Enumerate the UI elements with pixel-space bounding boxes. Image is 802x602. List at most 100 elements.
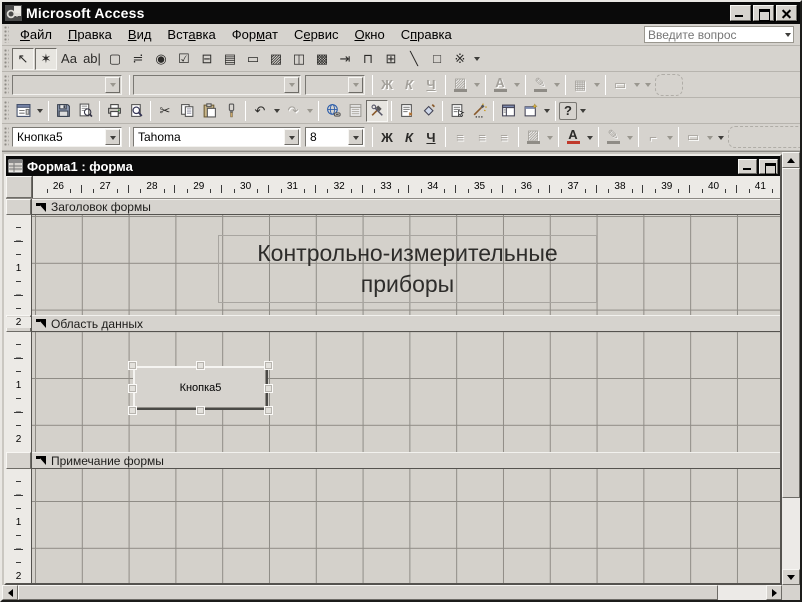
gridlines-button[interactable]: ▦ xyxy=(569,74,591,96)
new-object-button[interactable] xyxy=(519,100,541,122)
form-header-section[interactable]: Контрольно-измерительные приборы xyxy=(32,215,780,315)
section-selector-header[interactable] xyxy=(6,199,31,215)
special-effect-dropdown-icon[interactable] xyxy=(704,124,715,150)
object-combo-disabled[interactable] xyxy=(12,75,122,95)
textbox-button[interactable]: ab| xyxy=(81,48,103,70)
formatting-options-icon[interactable] xyxy=(715,124,726,150)
control-wizards-button[interactable]: ✶ xyxy=(35,48,57,70)
font-size-combo[interactable]: 8 xyxy=(305,127,365,147)
undo-dropdown-icon[interactable] xyxy=(271,98,282,123)
command-button-control[interactable]: Кнопка5 xyxy=(133,366,268,410)
chevron-down-icon[interactable] xyxy=(284,129,299,145)
app-titlebar[interactable]: Microsoft Access xyxy=(2,2,800,24)
bold-button[interactable]: Ж xyxy=(376,74,398,96)
option-button-button[interactable]: ◉ xyxy=(150,48,172,70)
print-button[interactable] xyxy=(103,100,125,122)
copy-button[interactable] xyxy=(176,100,198,122)
tab-control-button[interactable]: ⊓ xyxy=(357,48,379,70)
selection-handle[interactable] xyxy=(264,406,273,415)
chevron-down-icon[interactable] xyxy=(284,77,299,93)
chevron-down-icon[interactable] xyxy=(105,77,120,93)
selection-handle[interactable] xyxy=(128,406,137,415)
font-combo[interactable]: Tahoma xyxy=(133,127,301,147)
save-button[interactable] xyxy=(52,100,74,122)
label-button[interactable]: Aa xyxy=(58,48,80,70)
font-color-button[interactable]: А xyxy=(489,74,511,96)
menu-item[interactable]: Формат xyxy=(224,25,286,44)
detail-section[interactable]: Кнопка5 xyxy=(32,332,780,452)
horizontal-scrollbar[interactable] xyxy=(2,585,782,600)
bold-button[interactable]: Ж xyxy=(376,126,398,148)
image-button[interactable]: ▨ xyxy=(265,48,287,70)
ask-question-box[interactable] xyxy=(644,26,794,43)
form-window-titlebar[interactable]: Форма1 : форма xyxy=(6,156,780,176)
list-box-button[interactable]: ▤ xyxy=(219,48,241,70)
view-dropdown-icon[interactable] xyxy=(34,98,45,123)
scroll-down-button[interactable] xyxy=(782,569,800,585)
toolbox-toggle-button[interactable] xyxy=(366,100,388,122)
chevron-down-icon[interactable] xyxy=(782,27,793,42)
database-window-button[interactable] xyxy=(497,100,519,122)
view-button[interactable] xyxy=(12,100,34,122)
special-effect-button[interactable]: ▭ xyxy=(682,126,704,148)
scroll-up-button[interactable] xyxy=(782,152,800,168)
chevron-down-icon[interactable] xyxy=(105,129,120,145)
font-color-dropdown-icon[interactable] xyxy=(584,124,595,150)
italic-button[interactable]: К xyxy=(398,74,420,96)
detail-section-bar[interactable]: Область данных xyxy=(32,315,780,332)
standard-grip[interactable] xyxy=(4,101,9,121)
autoformat-button[interactable] xyxy=(417,100,439,122)
standard-options-icon[interactable] xyxy=(577,98,588,123)
code-button[interactable] xyxy=(395,100,417,122)
new-object-dropdown-icon[interactable] xyxy=(541,98,552,123)
menu-item[interactable]: Вид xyxy=(120,25,160,44)
align-right-button[interactable]: ≡ xyxy=(493,126,515,148)
menu-item[interactable]: Вставка xyxy=(159,25,223,44)
line-color-button[interactable]: ✎ xyxy=(602,126,624,148)
paste-button[interactable] xyxy=(198,100,220,122)
horizontal-ruler[interactable]: 26272829303132333435363738394041 xyxy=(32,176,780,198)
restore-button[interactable] xyxy=(753,5,774,21)
page-break-button[interactable]: ⇥ xyxy=(334,48,356,70)
toolbar-options-icon[interactable] xyxy=(642,72,653,97)
help-button[interactable]: ? xyxy=(559,102,577,120)
italic-button[interactable]: К xyxy=(398,126,420,148)
special-effect-dropdown-icon[interactable] xyxy=(631,72,642,97)
fill-color-button[interactable]: ▨ xyxy=(449,74,471,96)
select-objects-button[interactable]: ↖ xyxy=(12,48,34,70)
cut-button[interactable]: ✂ xyxy=(154,100,176,122)
vertical-scrollbar[interactable] xyxy=(782,152,800,585)
form-footer-section[interactable] xyxy=(32,469,780,583)
fill-color-dropdown-icon[interactable] xyxy=(471,72,482,97)
scroll-left-button[interactable] xyxy=(2,585,18,600)
unbound-object-frame-button[interactable]: ◫ xyxy=(288,48,310,70)
file-search-button[interactable] xyxy=(74,100,96,122)
option-group-button[interactable]: ▢ xyxy=(104,48,126,70)
formatting-grip[interactable] xyxy=(4,127,9,148)
toolbox-grip[interactable] xyxy=(4,49,9,69)
line-color-button[interactable]: ✎ xyxy=(529,74,551,96)
menu-item[interactable]: Правка xyxy=(60,25,120,44)
underline-button[interactable]: Ч xyxy=(420,126,442,148)
menu-item[interactable]: Окно xyxy=(346,25,392,44)
size-combo-disabled[interactable] xyxy=(305,75,365,95)
line-color-dropdown-icon[interactable] xyxy=(624,124,635,150)
redo-button[interactable]: ↷ xyxy=(282,100,304,122)
insert-hyperlink-button[interactable] xyxy=(322,100,344,122)
border-width-button[interactable]: ⌐ xyxy=(642,126,664,148)
print-preview-button[interactable] xyxy=(125,100,147,122)
minimize-button[interactable] xyxy=(730,5,751,21)
form-maximize-button[interactable] xyxy=(759,159,778,174)
menu-item[interactable]: Справка xyxy=(393,25,460,44)
align-left-button[interactable]: ≡ xyxy=(449,126,471,148)
chevron-down-icon[interactable] xyxy=(348,129,363,145)
fill-color-dropdown-icon[interactable] xyxy=(544,124,555,150)
object-combo[interactable]: Кнопка5 xyxy=(12,127,122,147)
line-button[interactable]: ╲ xyxy=(403,48,425,70)
font-color-button[interactable]: А xyxy=(562,126,584,148)
underline-button[interactable]: Ч xyxy=(420,74,442,96)
selection-handle[interactable] xyxy=(264,361,273,370)
selection-handle[interactable] xyxy=(264,384,273,393)
selection-handle[interactable] xyxy=(128,361,137,370)
scroll-right-button[interactable] xyxy=(766,585,782,600)
